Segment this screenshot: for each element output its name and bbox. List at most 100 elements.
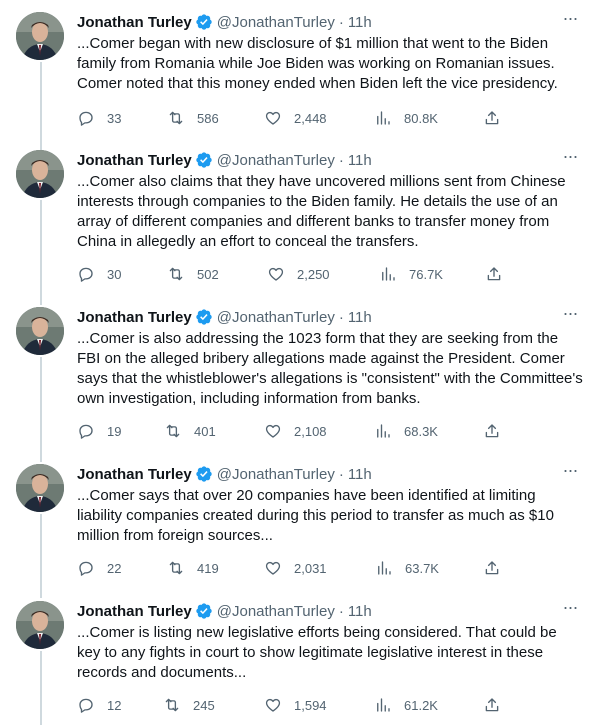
share-button[interactable] — [485, 264, 503, 284]
reply-icon — [79, 424, 93, 439]
display-name[interactable]: Jonathan Turley — [77, 152, 192, 169]
heart-icon — [265, 111, 281, 125]
more-icon[interactable]: ··· — [560, 461, 580, 484]
avatar[interactable] — [16, 12, 64, 60]
tweet-header: Jonathan Turley @JonathanTurley · 11h — [77, 307, 372, 327]
reply-count: 12 — [107, 697, 122, 713]
reply-count: 19 — [107, 423, 122, 439]
timestamp[interactable]: 11h — [348, 309, 372, 326]
avatar[interactable] — [16, 307, 64, 355]
reply-count: 22 — [107, 560, 122, 576]
avatar[interactable] — [16, 601, 64, 649]
thread-line — [40, 357, 42, 462]
share-icon — [485, 424, 499, 438]
repost-icon — [165, 698, 179, 712]
verified-badge-icon — [196, 152, 212, 168]
verified-badge-icon — [196, 603, 212, 619]
display-name[interactable]: Jonathan Turley — [77, 309, 192, 326]
handle[interactable]: @JonathanTurley — [217, 152, 335, 169]
tweet-text: ...Comer also claims that they have unco… — [77, 173, 566, 250]
like-button[interactable]: 2,108 — [264, 421, 327, 441]
repost-count: 245 — [193, 697, 215, 713]
tweet-actions: 33 586 2,448 80.8K — [77, 108, 507, 128]
views-count: 80.8K — [404, 110, 438, 126]
like-button[interactable]: 2,031 — [264, 558, 327, 578]
views-button[interactable]: 76.7K — [379, 264, 443, 284]
views-button[interactable]: 68.3K — [374, 421, 438, 441]
views-button[interactable]: 61.2K — [374, 695, 438, 715]
share-button[interactable] — [483, 695, 501, 715]
tweet-thread: Jonathan Turley @JonathanTurley · 11h ··… — [0, 0, 598, 725]
reply-button[interactable]: 30 — [77, 264, 121, 284]
timestamp[interactable]: 11h — [348, 466, 372, 483]
repost-button[interactable]: 502 — [167, 264, 219, 284]
share-icon — [485, 111, 499, 125]
reply-button[interactable]: 22 — [77, 558, 121, 578]
separator-dot: · — [338, 308, 344, 326]
more-icon[interactable]: ··· — [560, 304, 580, 327]
like-button[interactable]: 2,448 — [264, 108, 327, 128]
share-button[interactable] — [483, 558, 501, 578]
separator-dot: · — [338, 13, 344, 31]
handle[interactable]: @JonathanTurley — [217, 603, 335, 620]
views-button[interactable]: 63.7K — [375, 558, 439, 578]
repost-icon — [169, 267, 183, 281]
more-icon[interactable]: ··· — [560, 9, 580, 32]
more-icon[interactable]: ··· — [560, 147, 580, 170]
separator-dot: · — [338, 602, 344, 620]
views-chart-icon — [377, 111, 390, 125]
verified-badge-icon — [196, 466, 212, 482]
like-count: 1,594 — [294, 697, 327, 713]
views-count: 61.2K — [404, 697, 438, 713]
reply-button[interactable]: 19 — [77, 421, 121, 441]
views-chart-icon — [378, 561, 391, 575]
share-button[interactable] — [483, 108, 501, 128]
tweet-actions: 12 245 1,594 61.2K — [77, 695, 507, 715]
views-button[interactable]: 80.8K — [374, 108, 438, 128]
tweet-actions: 22 419 2,031 63.7K — [77, 558, 507, 578]
avatar[interactable] — [16, 150, 64, 198]
tweet-actions: 30 502 2,250 76.7K — [77, 264, 507, 284]
timestamp[interactable]: 11h — [348, 14, 372, 31]
verified-badge-icon — [196, 14, 212, 30]
like-button[interactable]: 2,250 — [267, 264, 330, 284]
reply-icon — [79, 111, 93, 126]
repost-button[interactable]: 586 — [167, 108, 219, 128]
tweet-text: ...Comer began with new disclosure of $1… — [77, 35, 558, 92]
handle[interactable]: @JonathanTurley — [217, 466, 335, 483]
views-count: 68.3K — [404, 423, 438, 439]
like-count: 2,108 — [294, 423, 327, 439]
like-count: 2,448 — [294, 110, 327, 126]
thread-line — [40, 200, 42, 305]
repost-count: 401 — [194, 423, 216, 439]
like-button[interactable]: 1,594 — [264, 695, 327, 715]
repost-button[interactable]: 245 — [163, 695, 215, 715]
repost-icon — [166, 424, 180, 438]
repost-count: 502 — [197, 266, 219, 282]
display-name[interactable]: Jonathan Turley — [77, 466, 192, 483]
tweet-actions: 19 401 2,108 68.3K — [77, 421, 507, 441]
handle[interactable]: @JonathanTurley — [217, 14, 335, 31]
verified-badge-icon — [196, 309, 212, 325]
reply-button[interactable]: 33 — [77, 108, 121, 128]
reply-count: 30 — [107, 266, 122, 282]
timestamp[interactable]: 11h — [348, 152, 372, 169]
display-name[interactable]: Jonathan Turley — [77, 14, 192, 31]
timestamp[interactable]: 11h — [348, 603, 372, 620]
repost-button[interactable]: 419 — [167, 558, 219, 578]
share-icon — [487, 267, 501, 281]
share-button[interactable] — [483, 421, 501, 441]
avatar[interactable] — [16, 464, 64, 512]
display-name[interactable]: Jonathan Turley — [77, 603, 192, 620]
reply-icon — [79, 698, 93, 713]
more-icon[interactable]: ··· — [560, 598, 580, 621]
tweet-text: ...Comer is also addressing the 1023 for… — [77, 330, 583, 407]
handle[interactable]: @JonathanTurley — [217, 309, 335, 326]
heart-icon — [265, 424, 281, 438]
thread-line — [40, 651, 42, 725]
repost-button[interactable]: 401 — [164, 421, 216, 441]
thread-line — [40, 514, 42, 598]
reply-button[interactable]: 12 — [77, 695, 121, 715]
reply-count: 33 — [107, 110, 122, 126]
tweet-header: Jonathan Turley @JonathanTurley · 11h — [77, 150, 372, 170]
